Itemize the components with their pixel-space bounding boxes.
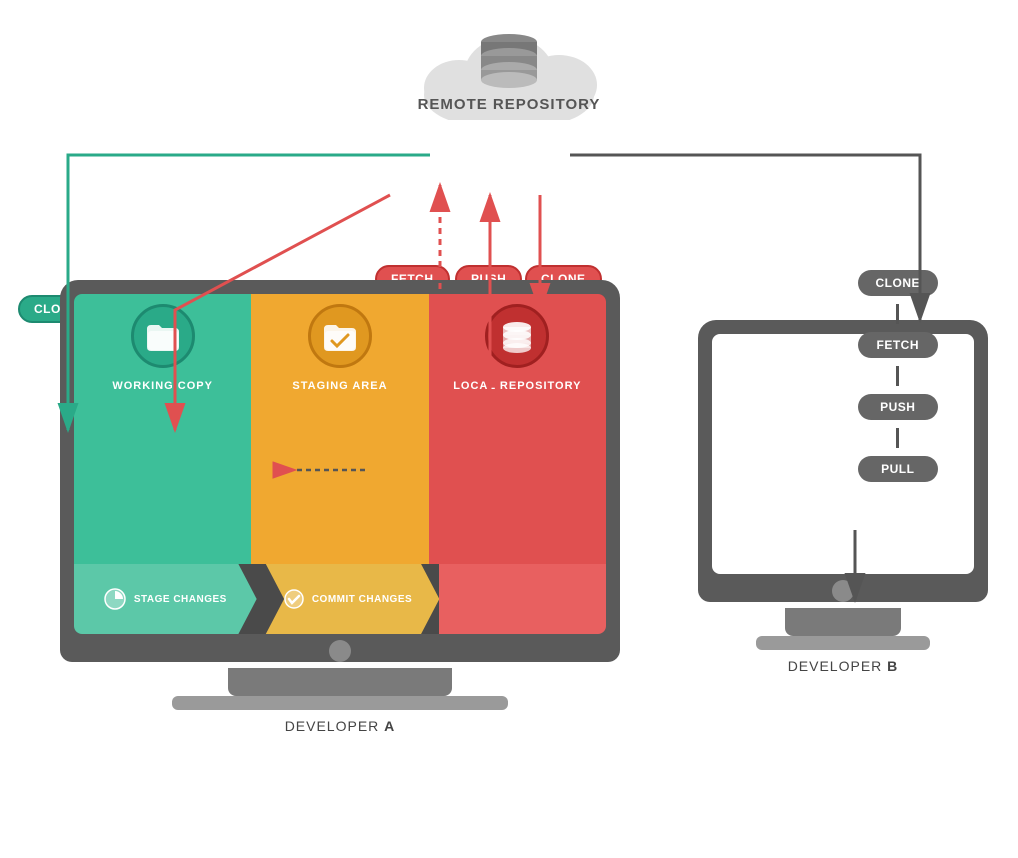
monitor-a: WORKING COPY STAGING AREA (60, 280, 620, 734)
working-copy-icon (131, 304, 195, 368)
monitor-a-base (172, 696, 508, 710)
developer-b-label: DEVELOPER B (698, 658, 988, 674)
local-repo-section: LOCAL REPOSITORY (429, 294, 606, 564)
dev-b-fetch-pill: FETCH (858, 332, 938, 358)
remote-repo-label: REMOTE REPOSITORY (418, 96, 601, 113)
staging-area-icon (308, 304, 372, 368)
monitor-a-stand (228, 668, 452, 696)
folder-icon (145, 321, 181, 351)
monitor-a-frame: WORKING COPY STAGING AREA (60, 280, 620, 662)
dev-b-clone-pill: CLONE (858, 270, 939, 296)
dev-b-connector-2 (896, 366, 899, 386)
working-copy-label: WORKING COPY (106, 376, 219, 396)
local-repo-label: LOCAL REPOSITORY (447, 376, 587, 396)
monitor-b-frame (698, 320, 988, 602)
staging-area-label: STAGING AREA (286, 376, 393, 396)
dev-b-connector-1 (896, 304, 899, 324)
dev-b-pills: CLONE FETCH PUSH PULL (858, 270, 939, 482)
monitor-b: DEVELOPER B (698, 320, 988, 674)
dev-b-pull-pill: PULL (858, 456, 938, 482)
diagram-container: REMOTE REPOSITORY CLONE PULL FETCH PUSH … (0, 0, 1018, 858)
developer-a-label: DEVELOPER A (60, 718, 620, 734)
monitor-b-button (832, 580, 854, 602)
stage-changes-label: STAGE CHANGES (134, 594, 227, 605)
staging-area-section: STAGING AREA (251, 294, 428, 564)
local-repo-icon (485, 304, 549, 368)
folder-check-icon (322, 321, 358, 351)
monitor-b-stand (785, 608, 901, 636)
monitor-a-screen: WORKING COPY STAGING AREA (74, 294, 606, 634)
commit-changes-action: COMMIT CHANGES (257, 564, 440, 634)
dev-b-push-pill: PUSH (858, 394, 938, 420)
database-icon (499, 319, 535, 353)
monitor-a-button (329, 640, 351, 662)
commit-icon (284, 589, 304, 609)
screen-actions: STAGE CHANGES COMMIT CHANGES (74, 564, 606, 634)
screen-sections: WORKING COPY STAGING AREA (74, 294, 606, 564)
commit-changes-label: COMMIT CHANGES (312, 594, 412, 605)
dev-b-connector-3 (896, 428, 899, 448)
working-copy-section: WORKING COPY (74, 294, 251, 564)
stage-changes-action: STAGE CHANGES (74, 564, 257, 634)
monitor-b-base (756, 636, 930, 650)
remote-repository: REMOTE REPOSITORY (399, 10, 619, 120)
stage-icon (104, 588, 126, 610)
